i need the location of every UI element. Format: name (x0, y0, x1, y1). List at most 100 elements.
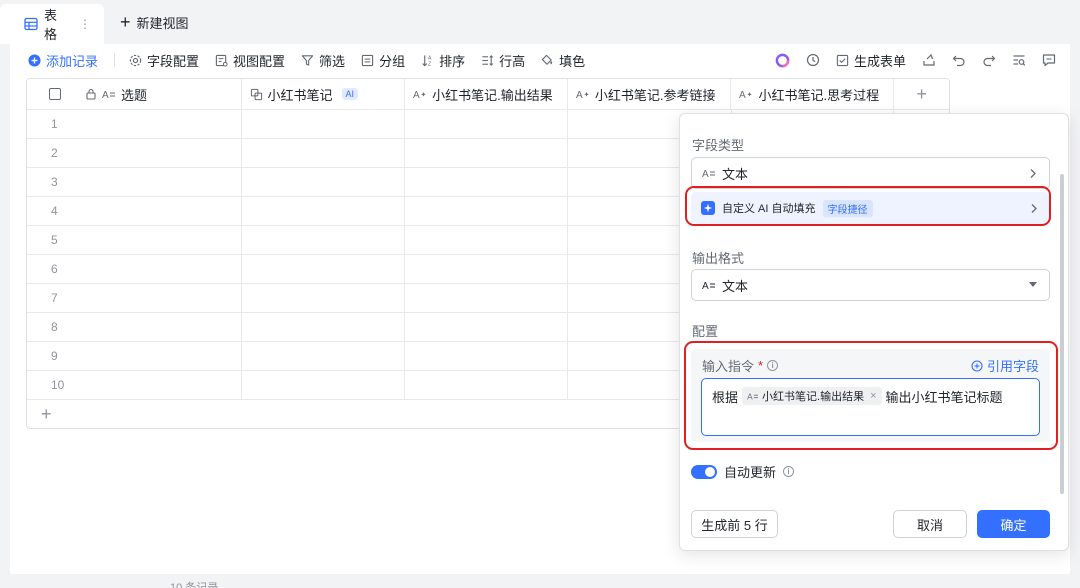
column-header-note[interactable]: 小红书笔记 AI (242, 79, 406, 109)
column-title: 小红书笔记.参考链接 (594, 87, 716, 103)
row-number: 10 (27, 371, 242, 399)
grid-cell[interactable] (242, 168, 406, 196)
svg-text:A: A (413, 90, 420, 100)
add-record-label: 添加记录 (46, 53, 99, 69)
row-number: 9 (27, 342, 242, 370)
confirm-button[interactable]: 确定 (977, 510, 1050, 538)
table-icon (24, 17, 38, 31)
row-number: 7 (27, 284, 242, 312)
grid-cell[interactable] (242, 371, 406, 399)
column-header-reasoning[interactable]: A 小红书笔记.思考过程 (731, 79, 895, 109)
paint-bucket-icon (541, 54, 554, 67)
new-view-label: 新建视图 (136, 15, 189, 31)
grid-cell[interactable] (405, 313, 568, 341)
link-field-icon (250, 88, 263, 101)
panel-scrollbar[interactable] (1060, 174, 1064, 494)
ai-assistant-icon[interactable] (775, 53, 790, 68)
lock-icon (85, 88, 97, 100)
column-header-output[interactable]: A 小红书笔记.输出结果 (405, 79, 568, 109)
toolbar-right: 生成表单 (775, 44, 1056, 76)
row-number: 6 (27, 255, 242, 283)
highlight-box-instruction (684, 341, 1058, 450)
auto-update-row: 自动更新 i (691, 462, 795, 481)
view-config-button[interactable]: 视图配置 (215, 51, 285, 70)
grid-cell[interactable] (242, 110, 406, 138)
fill-color-button[interactable]: 填色 (541, 51, 585, 70)
filter-button[interactable]: 筛选 (301, 51, 345, 70)
sort-button[interactable]: AZ 排序 (421, 51, 465, 70)
grid-cell[interactable] (405, 197, 568, 225)
search-icon[interactable] (1012, 53, 1026, 67)
auto-update-label: 自动更新 (724, 465, 777, 480)
add-column-button[interactable]: + (894, 79, 949, 109)
grid-cell[interactable] (242, 284, 406, 312)
grid-cell[interactable] (405, 168, 568, 196)
ai-badge: AI (341, 88, 359, 100)
share-icon[interactable] (922, 53, 936, 67)
undo-icon[interactable] (952, 53, 966, 67)
more-icon[interactable]: ⋮ (79, 17, 91, 31)
column-header-reference[interactable]: A 小红书笔记.参考链接 (568, 79, 732, 109)
field-config-panel: 字段类型 A 文本 自定义 AI 自动填充 字段捷径 输出格式 A 文本 配置 … (679, 113, 1069, 551)
generate-first-rows-button[interactable]: 生成前 5 行 (691, 510, 778, 538)
row-number: 1 (27, 110, 242, 138)
row-height-button[interactable]: 行高 (481, 51, 525, 70)
field-config-label: 字段配置 (147, 53, 200, 69)
grid-cell[interactable] (405, 255, 568, 283)
generate-form-label: 生成表单 (853, 53, 906, 69)
grid-header-row: A 选题 小红书笔记 AI A 小红书笔记.输出结果 A 小红书笔记.参考链接 … (27, 79, 949, 110)
row-height-label: 行高 (499, 53, 526, 69)
fill-color-label: 填色 (559, 53, 586, 69)
cancel-button[interactable]: 取消 (893, 510, 967, 538)
grid-cell[interactable] (405, 139, 568, 167)
info-icon[interactable]: i (783, 466, 795, 477)
field-config-button[interactable]: 字段配置 (129, 51, 199, 70)
row-number: 8 (27, 313, 242, 341)
status-footer: 10 条记录 (0, 574, 1080, 588)
row-number: 5 (27, 226, 242, 254)
column-title: 小红书笔记.思考过程 (758, 87, 880, 103)
view-config-label: 视图配置 (233, 53, 286, 69)
redo-icon[interactable] (982, 53, 996, 67)
chevron-right-icon (1029, 168, 1037, 179)
grid-cell[interactable] (242, 342, 406, 370)
output-format-label: 输出格式 (692, 251, 745, 266)
filter-icon (301, 54, 314, 67)
new-view-button[interactable]: + 新建视图 (120, 13, 189, 32)
add-record-button[interactable]: 添加记录 (28, 51, 98, 70)
grid-cell[interactable] (405, 226, 568, 254)
field-type-label: 字段类型 (692, 138, 745, 153)
tab-table-view[interactable]: 表格 ⋮ (0, 4, 104, 44)
toolbar-divider (114, 53, 116, 67)
highlight-box-ai-option (685, 186, 1051, 226)
output-format-select[interactable]: A 文本 (691, 269, 1050, 301)
column-header-topic[interactable]: A 选题 (27, 79, 242, 109)
group-button[interactable]: 分组 (361, 51, 405, 70)
grid-cell[interactable] (405, 110, 568, 138)
grid-cell[interactable] (405, 284, 568, 312)
svg-text:A: A (428, 55, 432, 61)
grid-cell[interactable] (242, 313, 406, 341)
output-format-value: 文本 (722, 278, 749, 294)
field-type-select[interactable]: A 文本 (691, 157, 1050, 189)
grid-cell[interactable] (242, 197, 406, 225)
generate-form-button[interactable]: 生成表单 (836, 51, 906, 70)
comment-icon[interactable] (1042, 53, 1056, 67)
grid-cell[interactable] (242, 139, 406, 167)
svg-text:A: A (702, 281, 709, 291)
history-icon[interactable] (806, 53, 820, 67)
auto-update-toggle[interactable] (691, 464, 717, 479)
text-field-icon: A (702, 279, 716, 291)
row-number: 3 (27, 168, 242, 196)
row-height-icon (481, 54, 494, 67)
field-type-value: 文本 (722, 166, 749, 182)
grid-cell[interactable] (405, 342, 568, 370)
grid-cell[interactable] (242, 255, 406, 283)
text-field-icon: A (102, 88, 116, 100)
svg-text:A: A (702, 169, 709, 179)
grid-cell[interactable] (405, 371, 568, 399)
group-icon (361, 54, 374, 67)
select-all-checkbox[interactable] (49, 88, 61, 100)
grid-cell[interactable] (242, 226, 406, 254)
form-icon (836, 54, 849, 67)
